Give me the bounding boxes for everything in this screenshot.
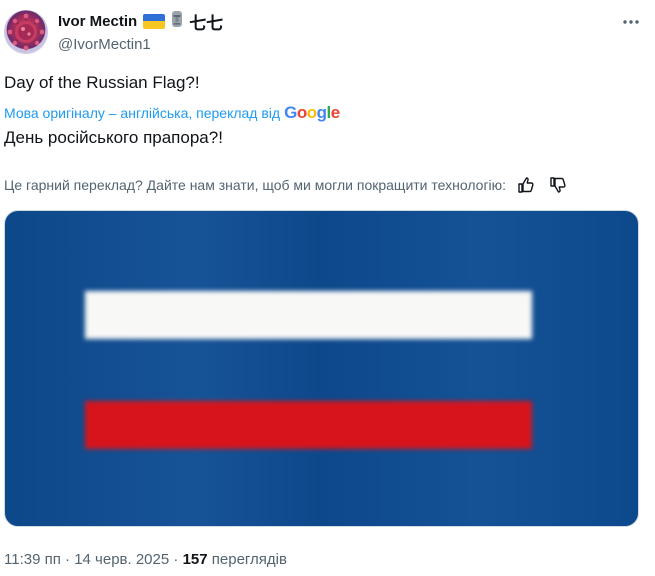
translation-note-text[interactable]: Мова оригіналу – англійська, переклад ві… [4,105,280,121]
tweet-time[interactable]: 11:39 пп [4,551,61,568]
thumbs-down-icon [550,177,566,193]
views-label: переглядів [211,551,287,568]
ukraine-flag-icon [143,13,166,29]
flag-white-stripe [85,291,532,339]
thumbs-up-button[interactable] [516,175,536,195]
tweet-date[interactable]: 14 черв. 2025 [74,551,169,568]
more-options-button[interactable] [621,12,641,32]
translation-note: Мова оригіналу – англійська, переклад ві… [4,103,340,123]
thumbs-up-icon [518,177,534,193]
google-logo: Google [284,103,340,122]
display-name[interactable]: Ivor Mectin [58,13,137,30]
avatar[interactable] [4,10,48,54]
more-dots-icon [623,20,639,24]
tweet-meta: 11:39 пп · 14 черв. 2025 · 157 перегляді… [4,551,287,568]
feedback-prompt: Це гарний переклад? Дайте нам знати, щоб… [4,177,507,193]
user-handle[interactable]: @IvorMectin1 [58,36,223,53]
translation-feedback: Це гарний переклад? Дайте нам знати, щоб… [4,175,639,195]
tweet-header: Ivor Mectin 七七 @IvorMectin1 [4,8,647,58]
translated-text: День російського прапора?! [4,128,223,147]
views-count: 157 [182,551,208,568]
coronavirus-icon [7,13,45,51]
meta-separator: · [65,551,71,568]
moai-icon [169,10,185,33]
tweet-text: Day of the Russian Flag?! [4,73,200,92]
thumbs-down-button[interactable] [548,175,568,195]
tweet-image[interactable] [4,210,639,527]
flag-red-stripe [85,401,532,449]
name-suffix: 七七 [189,13,224,33]
image-background [5,211,638,526]
meta-separator-2: · [173,551,179,568]
